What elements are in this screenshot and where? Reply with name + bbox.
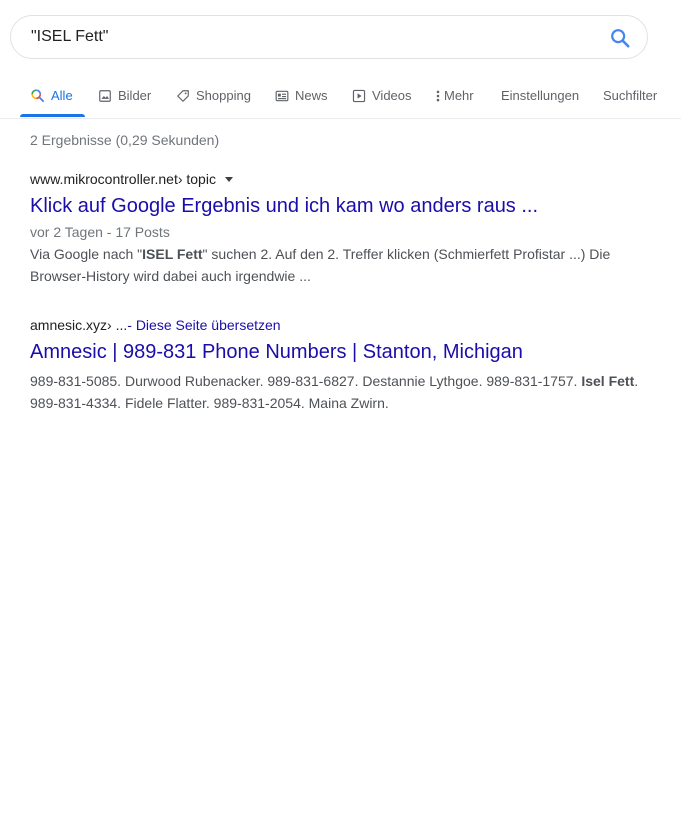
active-tab-indicator [20,114,85,117]
tab-label: Videos [372,88,412,103]
result-domain: amnesic.xyz [30,317,108,333]
result-snippet: Via Google nach "ISEL Fett" suchen 2. Au… [30,243,650,287]
search-result: amnesic.xyz › ... - Diese Seite übersetz… [30,316,650,414]
snippet-text: 989-831-5085. Durwood Rubenacker. 989-83… [30,373,582,389]
tab-mehr[interactable]: Mehr [434,74,474,117]
snippet-highlight: Isel Fett [581,373,635,389]
news-icon [275,90,289,101]
image-icon [99,89,111,102]
tab-label: Shopping [196,88,251,103]
tab-label: Einstellungen [501,88,580,103]
caret-down-icon[interactable] [224,176,233,182]
search-box[interactable] [10,15,648,59]
tab-label: Suchfilter [603,88,658,103]
result-title-link[interactable]: Amnesic | 989-831 Phone Numbers | Stanto… [30,339,650,365]
search-tabs: Alle Bilder Shopping News Videos Mehr Ei… [0,74,681,119]
tab-label: Alle [51,88,73,103]
tab-news[interactable]: News [275,74,328,117]
play-icon [352,89,366,102]
result-path: › ... [107,317,128,333]
result-url: amnesic.xyz › ... - Diese Seite übersetz… [30,316,650,334]
result-stats: 2 Ergebnisse (0,29 Sekunden) [30,132,220,148]
tab-label: Mehr [444,88,474,103]
result-title-link[interactable]: Klick auf Google Ergebnis und ich kam wo… [30,193,650,219]
search-icon [31,89,45,103]
tab-bilder[interactable]: Bilder [98,74,151,117]
more-vert-icon [436,90,440,101]
translate-page-link[interactable]: - Diese Seite übersetzen [127,316,280,334]
tab-videos[interactable]: Videos [352,74,412,117]
tab-suchfilter[interactable]: Suchfilter [603,74,657,117]
snippet-highlight: ISEL Fett [142,246,203,262]
result-path: › topic [177,171,216,187]
search-result: www.mikrocontroller.net › topic Klick au… [30,170,650,287]
search-input[interactable] [31,16,591,58]
tag-icon [177,89,189,102]
tab-label: News [295,88,328,103]
result-domain: www.mikrocontroller.net [30,171,178,187]
tab-einstellungen[interactable]: Einstellungen [501,74,579,117]
tab-shopping[interactable]: Shopping [176,74,251,117]
search-icon [611,29,630,48]
tab-label: Bilder [118,88,152,103]
result-meta: vor 2 Tagen - 17 Posts [30,224,170,240]
snippet-text: Via Google nach " [30,246,143,262]
result-snippet: 989-831-5085. Durwood Rubenacker. 989-83… [30,370,650,414]
search-button[interactable] [609,27,631,49]
result-url: www.mikrocontroller.net › topic [30,170,650,188]
tab-alle[interactable]: Alle [30,74,73,117]
